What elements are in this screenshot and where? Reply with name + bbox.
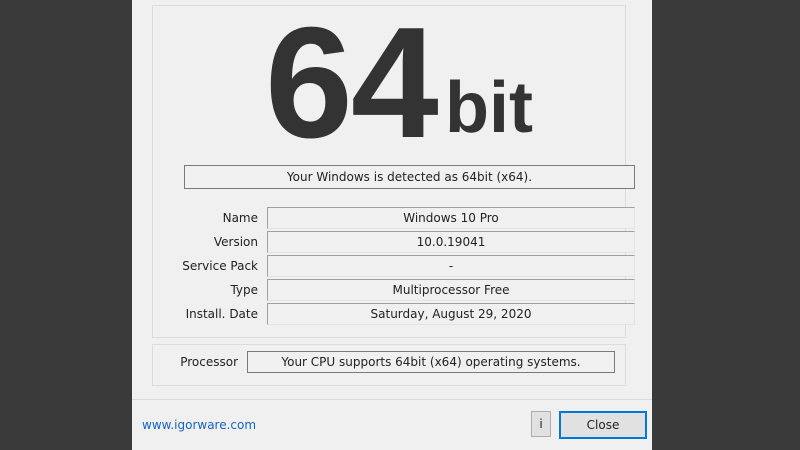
info-row-processor: Processor Your CPU supports 64bit (x64) …	[153, 351, 615, 373]
processor-value: Your CPU supports 64bit (x64) operating …	[247, 351, 615, 373]
dialog-content: 64 bit Your Windows is detected as 64bit…	[132, 0, 652, 399]
processor-group: Processor Your CPU supports 64bit (x64) …	[152, 344, 626, 386]
info-row-label: Install. Date	[185, 307, 258, 321]
footer-divider	[132, 399, 652, 400]
close-button[interactable]: Close	[559, 411, 647, 439]
info-row-label: Service Pack	[182, 259, 258, 273]
info-row-value: Saturday, August 29, 2020	[267, 303, 635, 325]
info-row-value: Multiprocessor Free	[267, 279, 635, 301]
dialog-window: 64 bit Your Windows is detected as 64bit…	[132, 0, 652, 450]
bitness-number: 64	[265, 0, 439, 171]
info-row-label: Type	[230, 283, 258, 297]
info-row-install-date: Install. Date Saturday, August 29, 2020	[173, 303, 635, 325]
info-row-value: Windows 10 Pro	[267, 207, 635, 229]
info-row-type: Type Multiprocessor Free	[173, 279, 635, 301]
detection-message: Your Windows is detected as 64bit (x64).	[184, 165, 635, 189]
website-link[interactable]: www.igorware.com	[142, 416, 256, 434]
info-row-version: Version 10.0.19041	[173, 231, 635, 253]
processor-label: Processor	[180, 355, 238, 369]
info-row-label: Version	[213, 235, 258, 249]
info-row-value: -	[267, 255, 635, 277]
info-row-service-pack: Service Pack -	[173, 255, 635, 277]
info-row-name: Name Windows 10 Pro	[173, 207, 635, 229]
bitness-suffix: bit	[445, 68, 533, 148]
info-button[interactable]: i	[531, 411, 551, 437]
info-row-value: 10.0.19041	[267, 231, 635, 253]
info-row-label: Name	[222, 211, 258, 225]
os-info-group: 64 bit Your Windows is detected as 64bit…	[152, 0, 635, 338]
